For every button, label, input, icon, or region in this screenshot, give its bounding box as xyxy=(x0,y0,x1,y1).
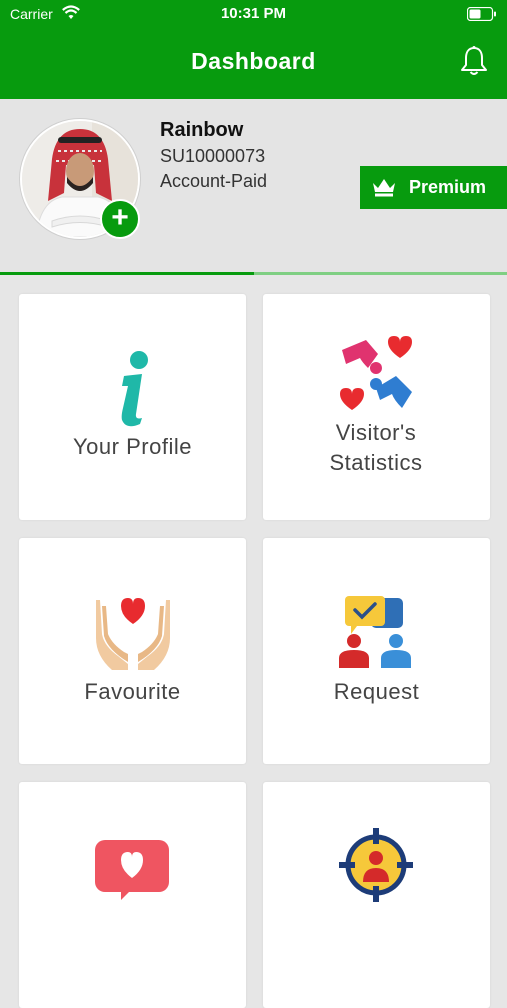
battery-icon xyxy=(467,7,496,21)
request-card[interactable]: Request xyxy=(263,538,490,764)
add-photo-button[interactable]: + xyxy=(100,199,140,239)
card-label: Favourite xyxy=(84,679,181,704)
card-label: Visitor's Statistics xyxy=(329,420,423,475)
visitor-statistics-card[interactable]: Visitor's Statistics xyxy=(263,294,490,520)
profile-progress-bar xyxy=(0,272,507,275)
user-id: SU10000073 xyxy=(160,146,266,166)
request-icon xyxy=(339,596,411,668)
favourite-card[interactable]: Favourite xyxy=(19,538,246,764)
app-header: Dashboard xyxy=(0,28,507,99)
heart-chat-icon xyxy=(95,840,169,900)
card-label: Request xyxy=(333,679,420,704)
visitor-statistics-icon xyxy=(340,336,412,410)
premium-button[interactable]: Premium xyxy=(360,166,507,209)
crown-icon xyxy=(373,179,395,197)
card-label: Your Profile xyxy=(73,434,192,459)
avatar[interactable]: + xyxy=(20,119,140,239)
bell-icon[interactable] xyxy=(459,45,489,77)
status-bar: Carrier 10:31 PM xyxy=(0,0,507,28)
user-name: Rainbow xyxy=(160,119,244,141)
page-title: Dashboard xyxy=(191,48,316,74)
target-person-card[interactable] xyxy=(263,782,490,1008)
status-time: 10:31 PM xyxy=(220,5,287,22)
info-icon xyxy=(121,351,148,427)
profile-progress-fill xyxy=(0,272,254,275)
heart-chat-card[interactable] xyxy=(19,782,246,1008)
your-profile-card[interactable]: Your Profile xyxy=(19,294,246,520)
premium-label: Premium xyxy=(409,177,487,197)
target-person-icon xyxy=(339,828,413,902)
hands-heart-icon xyxy=(96,598,170,670)
account-status: Account-Paid xyxy=(160,171,268,191)
